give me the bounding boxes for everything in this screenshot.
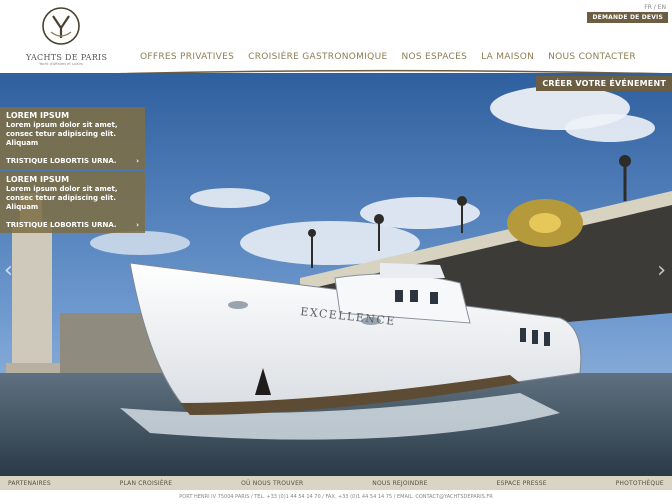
promo-title: LOREM IPSUM: [6, 175, 70, 184]
nav-item-nos-espaces[interactable]: NOS ESPACES: [401, 52, 467, 62]
promo-link[interactable]: TRISTIQUE LOBORTIS URNA.: [6, 157, 117, 165]
nav-item-nous-contacter[interactable]: NOUS CONTACTER: [548, 52, 636, 62]
chevron-right-icon: ›: [136, 157, 139, 165]
footer-link-partenaires[interactable]: PARTENAIRES: [8, 480, 51, 487]
logo-icon: [42, 7, 80, 45]
footer-link-plan-croisiere[interactable]: PLAN CROISIÈRE: [120, 480, 173, 487]
quote-request-button[interactable]: DEMANDE DE DEVIS: [587, 12, 668, 23]
nav-item-la-maison[interactable]: LA MAISON: [481, 52, 534, 62]
promo-text: Lorem ipsum dolor sit amet, consec tetur…: [6, 185, 118, 211]
nav-item-croisiere-gastronomique[interactable]: CROISIÈRE GASTRONOMIQUE: [248, 52, 387, 62]
footer-link-nous-rejoindre[interactable]: NOUS REJOINDRE: [372, 480, 427, 487]
logo-tagline: Yacht d'Affaires et Loisirs: [39, 62, 83, 66]
slider-prev-icon[interactable]: ‹: [4, 258, 13, 283]
promo-title: LOREM IPSUM: [6, 111, 70, 120]
nav-item-offres-privatives[interactable]: OFFRES PRIVATIVES: [140, 52, 234, 62]
footer-contact-info: PORT HENRI IV 75004 PARIS / TEL. +33 (0)…: [0, 490, 672, 504]
promo-link[interactable]: TRISTIQUE LOBORTIS URNA.: [6, 221, 117, 229]
header: YACHTS DE PARIS Yacht d'Affaires et Lois…: [0, 0, 672, 80]
footer-nav: PARTENAIRES PLAN CROISIÈRE OÙ NOUS TROUV…: [0, 476, 672, 490]
footer-link-ou-nous-trouver[interactable]: OÙ NOUS TROUVER: [241, 480, 303, 487]
footer-link-phototheque[interactable]: PHOTOTHÈQUE: [616, 480, 664, 487]
footer-link-espace-presse[interactable]: ESPACE PRESSE: [496, 480, 546, 487]
promo-card[interactable]: LOREM IPSUM Lorem ipsum dolor sit amet, …: [0, 171, 145, 233]
chevron-right-icon: ›: [136, 221, 139, 229]
promo-card[interactable]: LOREM IPSUM Lorem ipsum dolor sit amet, …: [0, 107, 145, 169]
logo-name: YACHTS DE PARIS: [26, 53, 108, 62]
language-switch[interactable]: FR / EN: [644, 4, 666, 11]
create-event-button[interactable]: CRÉER VOTRE ÉVÉNEMENT: [536, 76, 672, 91]
logo[interactable]: YACHTS DE PARIS Yacht d'Affaires et Lois…: [26, 6, 108, 72]
main-nav: OFFRES PRIVATIVES CROISIÈRE GASTRONOMIQU…: [140, 52, 650, 62]
slider-next-icon[interactable]: ›: [657, 258, 666, 283]
promo-text: Lorem ipsum dolor sit amet, consec tetur…: [6, 121, 118, 147]
